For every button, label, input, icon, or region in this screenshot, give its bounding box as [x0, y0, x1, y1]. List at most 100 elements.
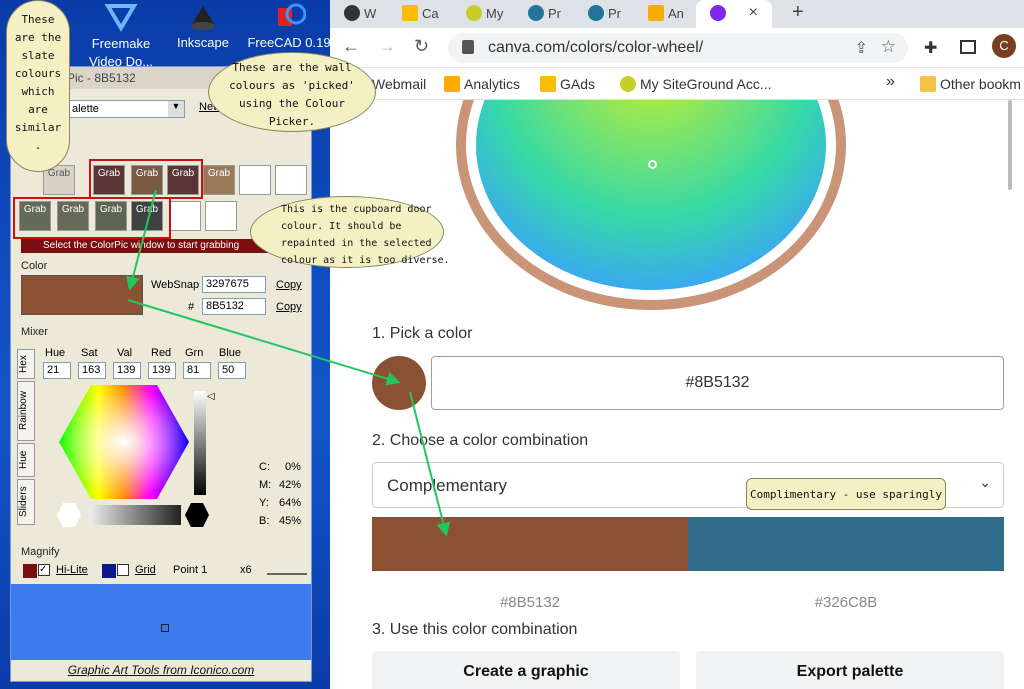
slider-pointer-icon: ◁ — [207, 391, 215, 402]
callout-wall: These are the wall colours as 'picked' u… — [208, 52, 376, 132]
tab-label: Pr — [548, 6, 561, 21]
forward-icon[interactable]: → — [378, 36, 396, 57]
analytics-icon — [648, 5, 664, 21]
grid-color[interactable] — [102, 564, 116, 578]
reload-icon[interactable]: ↻ — [414, 36, 429, 57]
scrollbar[interactable] — [1008, 100, 1012, 190]
swatch-right[interactable] — [688, 517, 1004, 571]
desktop-icon-freecad[interactable]: FreeCAD 0.19 — [244, 2, 334, 50]
step3-heading: 3. Use this color combination — [372, 621, 578, 638]
profile-avatar[interactable]: C — [992, 34, 1016, 58]
freemake-icon — [104, 2, 138, 32]
tab-6[interactable]: An — [634, 0, 684, 28]
siteground-icon — [466, 5, 482, 21]
back-icon[interactable]: ← — [342, 36, 360, 57]
magnify-view[interactable] — [11, 584, 311, 660]
side-panel-icon[interactable] — [960, 40, 976, 54]
tab-4[interactable]: Pr — [514, 0, 561, 28]
hexagon-color-picker[interactable] — [59, 383, 189, 501]
close-tab-icon[interactable]: × — [749, 4, 758, 22]
bookmark-label: My SiteGround Acc... — [640, 76, 772, 92]
footer-link[interactable]: Graphic Art Tools from Iconico.com — [11, 663, 311, 677]
tab-hex[interactable]: Hex — [17, 349, 35, 379]
chevron-down-icon: ▼ — [168, 101, 184, 117]
black-hex-swatch[interactable] — [185, 503, 209, 527]
hilite-checkbox[interactable]: ✓ — [38, 564, 50, 576]
bookmark-analytics[interactable]: Analytics — [444, 76, 520, 92]
address-bar[interactable]: canva.com/colors/color-wheel/ ⇪ ☆ — [448, 33, 908, 63]
page-content: 1. Pick a color #8B5132 2. Choose a colo… — [330, 100, 1024, 689]
hilite-color[interactable] — [23, 564, 37, 578]
export-palette-button[interactable]: Export palette — [696, 651, 1004, 689]
tab-sliders[interactable]: Sliders — [17, 479, 35, 525]
bookmark-webmail[interactable]: Webmail — [372, 76, 426, 92]
swatch-empty[interactable] — [239, 165, 271, 195]
bookmark-label: GAds — [560, 76, 596, 92]
swatch-empty[interactable] — [275, 165, 307, 195]
hue-field[interactable]: 21 — [43, 362, 71, 379]
freecad-icon — [272, 2, 307, 32]
tab-label: Pr — [608, 6, 621, 21]
val-field[interactable]: 139 — [113, 362, 141, 379]
bookmarks-overflow[interactable]: » — [886, 73, 895, 91]
copy-hex-button[interactable]: Copy — [276, 301, 302, 313]
tab-label: An — [668, 6, 684, 21]
grayscale-swatches[interactable] — [89, 505, 181, 525]
grn-field[interactable]: 81 — [183, 362, 211, 379]
tab-canva-active[interactable]: × — [696, 0, 772, 28]
grid-checkbox[interactable] — [117, 564, 129, 576]
zoom-slider[interactable] — [267, 567, 307, 575]
bookmark-gads[interactable]: GAds — [540, 76, 595, 92]
swatch-empty[interactable] — [169, 201, 201, 231]
tab-1[interactable]: W — [330, 0, 376, 28]
extensions-icon[interactable]: ✚ — [924, 38, 937, 58]
picked-color-circle[interactable] — [372, 356, 426, 410]
wordpress-icon — [528, 5, 544, 21]
wall-colours-highlight — [89, 159, 203, 199]
tab-5[interactable]: Pr — [574, 0, 621, 28]
point-label: Point 1 — [173, 564, 208, 576]
hex-field[interactable]: 8B5132 — [202, 298, 266, 315]
hilite-label: Hi-Lite — [56, 564, 88, 576]
lock-icon — [462, 40, 474, 54]
tab-rainbow[interactable]: Rainbow — [17, 381, 35, 441]
tab-3[interactable]: My — [452, 0, 503, 28]
copy-websnap-button[interactable]: Copy — [276, 279, 302, 291]
sat-field[interactable]: 163 — [78, 362, 106, 379]
hash-label: # — [188, 301, 195, 313]
tab-hue[interactable]: Hue — [17, 443, 35, 477]
hex-input[interactable]: #8B5132 — [431, 356, 1004, 410]
current-color-preview — [21, 275, 143, 315]
chevron-down-icon: ⌄ — [979, 474, 991, 490]
tab-label: My — [486, 6, 504, 21]
tab-2[interactable]: Ca — [388, 0, 439, 28]
bookmark-label: Other bookm — [940, 76, 1021, 92]
share-icon[interactable]: ⇪ — [855, 38, 868, 58]
mixer-header-sat: Sat — [81, 347, 98, 359]
swatch-left[interactable] — [372, 517, 688, 571]
google-ads-icon — [402, 5, 418, 21]
cmyk-m-value: 42% — [279, 479, 302, 491]
blue-field[interactable]: 50 — [218, 362, 246, 379]
mixer-header-red: Red — [151, 347, 172, 359]
bookmark-siteground[interactable]: My SiteGround Acc... — [620, 76, 772, 92]
white-hex-swatch[interactable] — [57, 503, 81, 527]
swatch-door[interactable]: Grab — [203, 165, 235, 195]
color-wheel-ring — [456, 100, 846, 310]
star-icon[interactable]: ☆ — [881, 37, 896, 57]
websnap-field[interactable]: 3297675 — [202, 276, 266, 293]
desktop-icon-inkscape[interactable]: Inkscape — [158, 2, 248, 50]
bookmark-other[interactable]: Other bookm — [920, 76, 1021, 92]
red-field[interactable]: 139 — [148, 362, 176, 379]
color-wheel[interactable] — [476, 100, 826, 290]
palette-select[interactable]: alette ▼ — [67, 100, 185, 118]
color-wheel-handle[interactable] — [648, 160, 657, 169]
brightness-slider[interactable] — [194, 391, 206, 495]
swatch-empty[interactable] — [205, 201, 237, 231]
desktop-icon-freemake[interactable]: Freemake Video Do... — [76, 2, 166, 71]
url-text: canva.com/colors/color-wheel/ — [488, 39, 704, 56]
new-tab-button[interactable]: + — [778, 0, 804, 28]
mixer-header-blue: Blue — [219, 347, 242, 359]
create-graphic-button[interactable]: Create a graphic — [372, 651, 680, 689]
combination-value: Complementary — [387, 476, 507, 495]
